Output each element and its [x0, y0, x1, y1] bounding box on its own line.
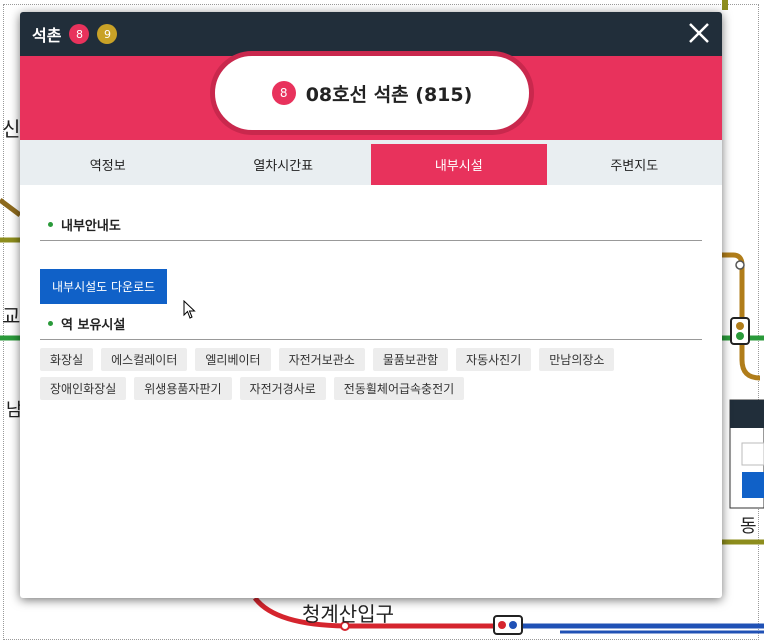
section-title-guide-label: 내부안내도	[61, 219, 121, 234]
facility-list: 화장실 에스컬레이터 엘리베이터 자전거보관소 물품보관함 자동사진기 만남의장…	[40, 348, 702, 406]
station-banner: 8 08호선 석촌 (815)	[20, 51, 722, 140]
close-icon[interactable]	[686, 20, 712, 46]
tab-nearby-map[interactable]: 주변지도	[547, 144, 723, 185]
station-line-badge: 8	[271, 81, 296, 105]
station-pill: 8 08호선 석촌 (815)	[210, 51, 534, 135]
line-9-badge: 9	[97, 24, 118, 44]
facility-item: 물품보관함	[372, 348, 449, 371]
section-title-facilities: 역 보유시설	[40, 314, 702, 340]
facility-item: 에스컬레이터	[101, 348, 188, 371]
tab-station-info[interactable]: 역정보	[20, 144, 196, 185]
bullet-icon	[48, 222, 53, 227]
tab-timetable[interactable]: 열차시간표	[196, 144, 372, 185]
facility-item: 장애인화장실	[40, 377, 127, 400]
popup-titlebar: 석촌 8 9	[20, 12, 722, 56]
facility-item: 자동사진기	[456, 348, 532, 371]
facility-item: 자전거경사로	[239, 377, 326, 400]
map-label-cheonggyesan: 청계산입구	[302, 602, 394, 626]
popup-title: 석촌	[32, 26, 62, 45]
section-title-facilities-label: 역 보유시설	[61, 318, 126, 333]
facility-item: 전동휠체어급속충전기	[333, 377, 465, 400]
line-8-badge: 8	[69, 24, 90, 44]
section-title-guide: 내부안내도	[40, 215, 702, 241]
map-label-fragment-2: 교	[2, 304, 21, 328]
facility-item: 위생용품자판기	[134, 377, 232, 400]
download-button[interactable]: 내부시설도 다운로드	[40, 269, 168, 304]
facility-item: 화장실	[40, 348, 94, 371]
tab-facilities[interactable]: 내부시설	[371, 144, 547, 185]
facility-item: 만남의장소	[539, 348, 615, 371]
map-label-fragment-4: 동	[740, 516, 757, 537]
station-name: 08호선 석촌 (815)	[305, 83, 473, 106]
map-label-fragment-1: 신	[2, 117, 21, 141]
station-info-popup: 석촌 8 9 8 08호선 석촌 (815) 역정보 열차시간표 내부시설 주변…	[20, 12, 722, 598]
bullet-icon	[48, 321, 53, 326]
tab-bar: 역정보 열차시간표 내부시설 주변지도	[20, 140, 722, 185]
mouse-cursor-icon	[183, 300, 196, 319]
popup-content: 내부안내도 내부시설도 다운로드 역 보유시설 화장실 에스컬레이터 엘리베이터…	[20, 215, 722, 406]
facility-item: 자전거보관소	[278, 348, 365, 371]
facility-item: 엘리베이터	[195, 348, 271, 371]
